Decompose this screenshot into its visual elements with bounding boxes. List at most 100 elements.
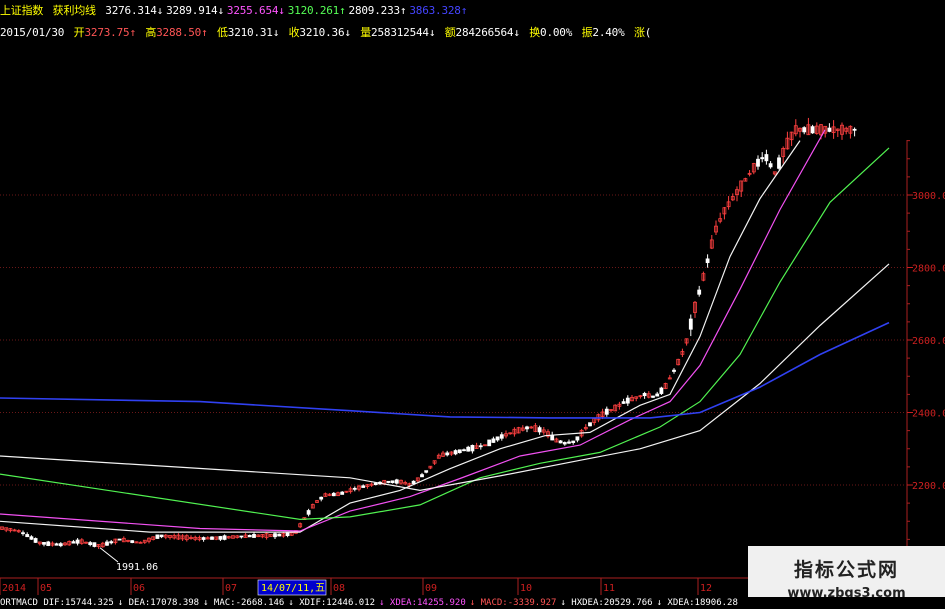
candle-body: [58, 543, 63, 547]
amount-label: 额: [444, 26, 456, 39]
low-label: 低: [216, 26, 228, 39]
candle-body: [827, 127, 832, 132]
candle-body: [130, 540, 135, 543]
price-label-2400: 2400.00: [912, 409, 945, 420]
candle-body: [218, 536, 223, 540]
candle-body: [571, 440, 576, 443]
ma-yearly-line: [0, 321, 890, 419]
indicator-name: 获利均线: [52, 4, 96, 17]
candle-body: [222, 535, 227, 540]
low-point-annotation: 1991.06: [116, 562, 158, 573]
amount-value: 284266564↓: [455, 26, 520, 39]
ma-value-2: 3289.914↓: [166, 4, 224, 17]
macd-value-7: ↓ HXDEA:20529.766: [560, 598, 653, 608]
price-label-2600: 2600.00: [912, 336, 945, 347]
grid: [0, 194, 905, 486]
macd-indicator-bar: ORTMACD DIF:15744.325 ↓ DEA:17078.398 ↓ MA…: [0, 597, 945, 609]
kline-chart: 1991.06 2200.00 2400.00 2600.00 2800.00 3000…: [0, 117, 945, 596]
ma-value-5: 2809.233↑: [348, 4, 407, 17]
price-label-2200: 2200.00: [912, 481, 945, 492]
high-label: 高: [145, 26, 157, 39]
candle-body: [247, 534, 252, 538]
candle-body: [71, 541, 76, 544]
candle-body: [575, 436, 580, 441]
candle-body: [852, 128, 857, 131]
candle-body: [470, 445, 475, 452]
close-value: 3210.36↓: [299, 26, 351, 39]
candle-body: [495, 436, 500, 441]
ma-mid-line: [0, 129, 826, 532]
candle-body: [445, 452, 450, 456]
chart-window: { "header": { "index_name": "上证指数", "ind…: [0, 0, 945, 609]
macd-value-2: ↓ DEA:17078.398: [117, 598, 200, 608]
candle-body: [562, 442, 567, 445]
candle-body: [705, 258, 710, 264]
candle-body: [688, 318, 693, 330]
candle-body: [394, 479, 399, 484]
ma-value-1: 3276.314↓: [105, 4, 164, 17]
candle-body: [462, 449, 466, 452]
candle-body: [386, 480, 391, 483]
candle-body: [373, 482, 378, 486]
candle-body: [306, 510, 311, 515]
candle-body: [642, 392, 647, 397]
watermark-title: 指标公式网: [793, 558, 899, 581]
candle-body: [92, 542, 97, 547]
price-label-2800: 2800.00: [912, 264, 945, 275]
candle-body: [655, 393, 660, 397]
candle-body: [810, 126, 815, 134]
candle-body: [659, 387, 664, 394]
date-label-05: 05: [40, 583, 52, 594]
ma-value-3: 3255.654↓: [226, 4, 285, 17]
candle-body: [672, 369, 676, 372]
volume-label: 量: [360, 26, 372, 39]
candle-body: [159, 534, 164, 538]
low-value: 3210.31↓: [227, 26, 280, 39]
open-label: 开: [73, 26, 85, 39]
open-value: 3273.75↑: [84, 26, 136, 39]
candle-body: [651, 395, 655, 398]
candle-body: [625, 397, 630, 404]
indicator-header: 上证指数 获利均线 3276.314↓ 3289.914↓ 3255.654↓ 312…: [0, 2, 534, 17]
candle-body: [75, 539, 80, 544]
date-label-06: 06: [133, 583, 145, 594]
macd-value-6: ↓ MACD:-3339.927: [469, 598, 557, 608]
turnover-value: 0.00%: [540, 26, 573, 39]
candle-body: [54, 543, 59, 546]
candle-body: [352, 487, 357, 490]
candle-body: [155, 534, 160, 539]
change-value: (: [644, 26, 652, 39]
candlesticks: [0, 117, 857, 549]
candle-body: [499, 434, 504, 439]
price-axis: 2200.00 2400.00 2600.00 2800.00 3000.00: [906, 140, 945, 575]
date-label-11: 11: [603, 583, 615, 594]
index-name: 上证指数: [0, 4, 44, 17]
candle-body: [319, 496, 324, 500]
candle-body: [201, 537, 206, 540]
candle-body: [478, 445, 483, 448]
candle-body: [567, 441, 571, 444]
macd-value-5: ↓ XDEA:14255.920: [379, 598, 466, 608]
candle-body: [604, 408, 609, 415]
candle-body: [777, 157, 781, 169]
candle-body: [487, 439, 492, 447]
candle-body: [105, 541, 109, 546]
candle-body: [210, 536, 214, 540]
date-label-07: 07: [225, 583, 237, 594]
candle-body: [390, 480, 395, 484]
candle-body: [331, 492, 336, 497]
date-label-08: 08: [333, 583, 345, 594]
candle-body: [525, 426, 529, 430]
candle-body: [109, 541, 114, 544]
change-label: 涨: [633, 26, 645, 39]
candle-body: [558, 440, 563, 444]
candle-body: [29, 536, 34, 540]
candle-body: [764, 154, 769, 162]
annotation-leader: [99, 547, 119, 563]
candle-body: [42, 542, 46, 545]
volume-value: 258312544↓: [371, 26, 436, 39]
macd-value-8: ↓ XDEA:18906.28: [656, 598, 738, 608]
candle-body: [768, 163, 773, 168]
candle-body: [88, 542, 93, 545]
candle-body: [420, 474, 424, 478]
